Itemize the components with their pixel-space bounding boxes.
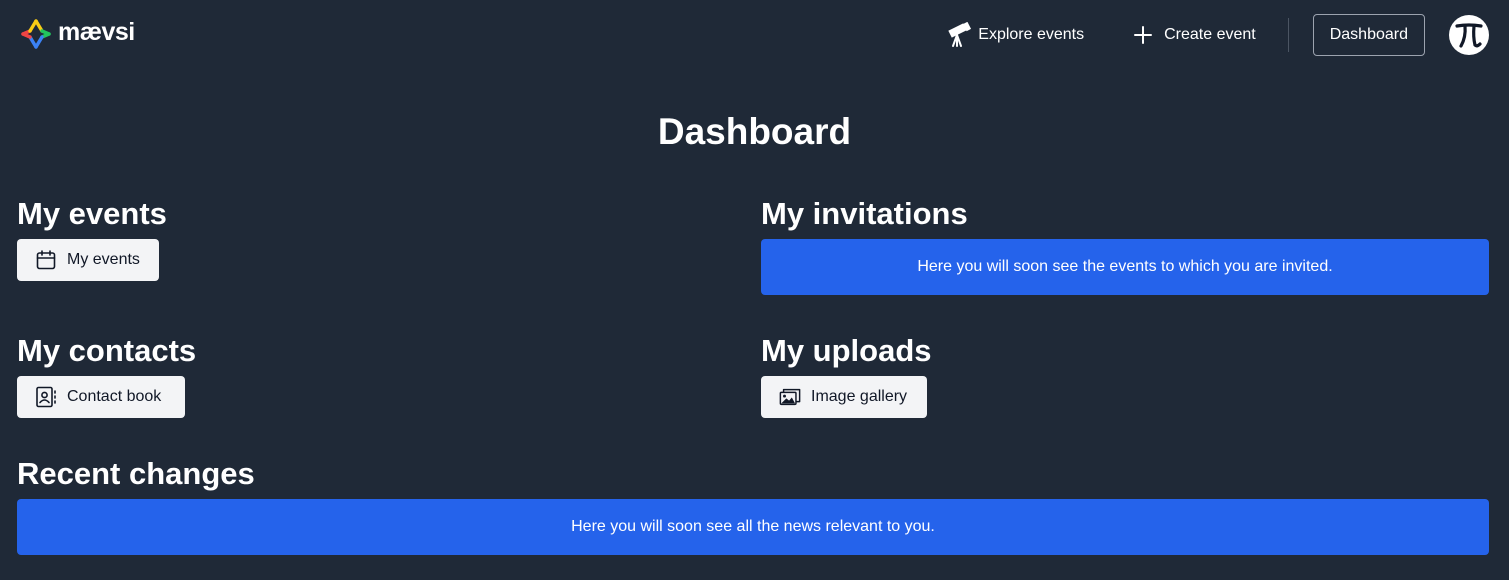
my-invitations-heading: My invitations (761, 196, 968, 231)
invitations-notice: Here you will soon see the events to whi… (761, 239, 1489, 295)
page: mævsi Explore events Create event Dashbo… (0, 0, 1509, 580)
contact-book-button[interactable]: Contact book (17, 376, 185, 418)
telescope-icon (948, 22, 972, 47)
header: mævsi Explore events Create event Dashbo… (0, 0, 1509, 70)
dashboard-button[interactable]: Dashboard (1312, 14, 1425, 56)
recent-changes-notice: Here you will soon see all the news rele… (17, 499, 1489, 555)
my-events-button-label: My events (67, 251, 140, 268)
explore-events-link[interactable]: Explore events (946, 14, 1084, 56)
logo-text: mævsi (58, 18, 135, 46)
logo-star-icon (21, 19, 51, 49)
page-title: Dashboard (657, 111, 852, 152)
image-gallery-button-label: Image gallery (811, 388, 908, 405)
avatar-monogram (1455, 23, 1483, 48)
my-events-button[interactable]: My events (17, 239, 159, 281)
my-contacts-heading: My contacts (17, 333, 197, 368)
create-event-label: Create event (1164, 26, 1256, 43)
invitations-notice-text: Here you will soon see the events to whi… (917, 258, 1333, 275)
calendar-icon (36, 250, 56, 270)
contact-book-button-label: Contact book (67, 388, 162, 405)
my-events-heading: My events (17, 196, 167, 231)
plus-icon (1134, 26, 1153, 44)
header-nav: Explore events Create event Dashboard (946, 14, 1489, 56)
logo-link[interactable]: mævsi (20, 18, 135, 50)
create-event-link[interactable]: Create event (1132, 14, 1256, 56)
recent-changes-notice-text: Here you will soon see all the news rele… (571, 518, 935, 535)
image-gallery-icon (779, 388, 801, 406)
my-uploads-heading: My uploads (761, 333, 932, 368)
explore-events-label: Explore events (978, 26, 1085, 43)
nav-divider (1287, 18, 1289, 52)
recent-changes-heading: Recent changes (17, 456, 255, 491)
contact-book-icon (36, 386, 56, 408)
dashboard-button-label: Dashboard (1329, 26, 1408, 43)
avatar[interactable] (1449, 15, 1489, 55)
image-gallery-button[interactable]: Image gallery (761, 376, 927, 418)
